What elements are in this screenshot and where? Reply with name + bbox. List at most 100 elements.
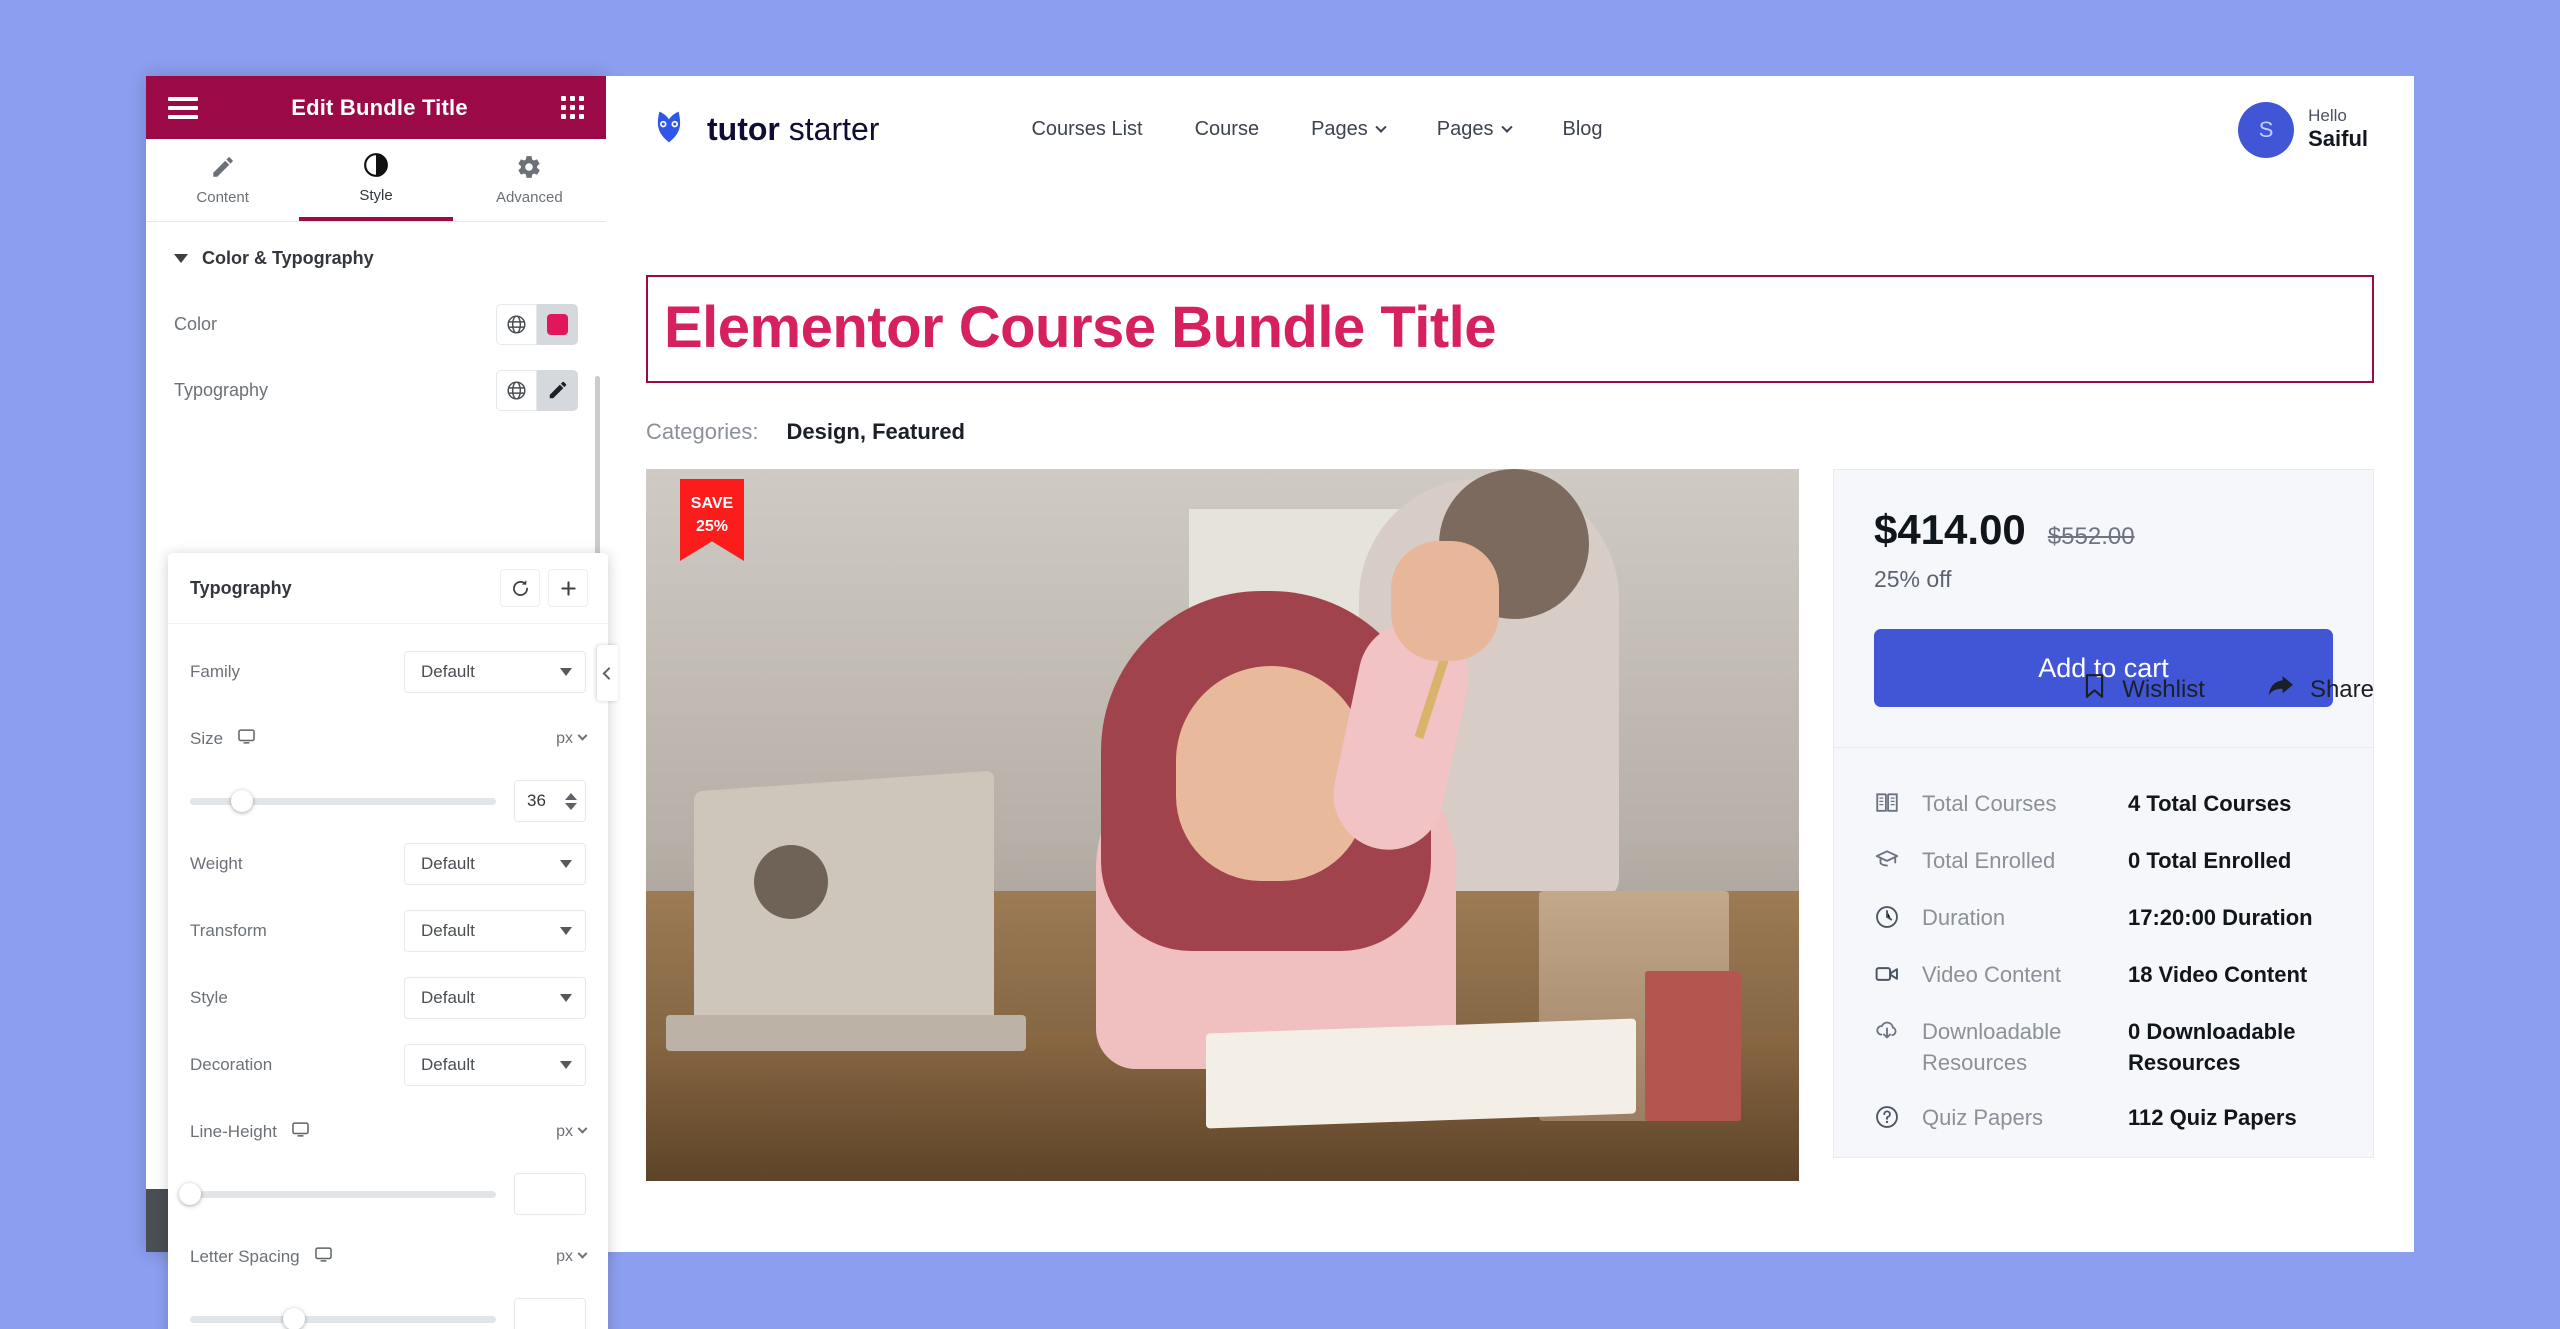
chevron-down-icon xyxy=(577,1123,588,1134)
field-style: Style Default xyxy=(190,964,586,1031)
elementor-editor-panel: Edit Bundle Title Content Style Advanced… xyxy=(146,76,608,1329)
course-hero-image: SAVE 25% xyxy=(646,469,1799,1181)
pencil-icon xyxy=(210,154,236,180)
panel-title: Edit Bundle Title xyxy=(291,94,468,120)
control-color: Color xyxy=(146,291,606,357)
categories-row: Categories: Design, Featured xyxy=(646,419,2374,445)
meta-row-video-content: Video Content 18 Video Content xyxy=(1874,947,2333,1004)
size-slider[interactable] xyxy=(190,790,496,812)
categories-values[interactable]: Design, Featured xyxy=(787,419,965,445)
share-button[interactable]: Share xyxy=(2267,674,2374,705)
desktop-icon[interactable] xyxy=(291,1120,310,1144)
decoration-select[interactable]: Default xyxy=(404,1043,586,1086)
nav-label: Blog xyxy=(1562,118,1603,140)
meta-value: 18 Video Content xyxy=(2127,962,2308,987)
gear-icon xyxy=(516,154,542,180)
field-size: Size px xyxy=(190,705,588,772)
line-height-unit-value: px xyxy=(556,1122,573,1140)
nav-item-course[interactable]: Course xyxy=(1195,118,1259,141)
size-slider-knob[interactable] xyxy=(231,790,254,812)
size-number-input[interactable]: 36 xyxy=(514,780,586,822)
desktop-icon[interactable] xyxy=(237,727,256,751)
letter-spacing-number-input[interactable] xyxy=(514,1298,586,1329)
line-height-number-input[interactable] xyxy=(514,1173,586,1215)
meta-row-quiz-papers: Quiz Papers 112 Quiz Papers xyxy=(1874,1090,2333,1147)
tab-content[interactable]: Content xyxy=(146,139,299,221)
add-icon[interactable] xyxy=(548,569,588,607)
typography-popup: Typography Family Default Size px 36 Wei… xyxy=(168,553,608,1329)
section-color-typography[interactable]: Color & Typography xyxy=(146,222,606,291)
line-height-slider[interactable] xyxy=(179,1183,496,1205)
nav-label: Pages xyxy=(1311,118,1368,140)
field-line-height-label: Line-Height xyxy=(190,1121,277,1141)
wishlist-button[interactable]: Wishlist xyxy=(2083,673,2205,706)
letter-spacing-slider[interactable] xyxy=(190,1308,496,1329)
globe-icon[interactable] xyxy=(496,369,537,411)
nav-item-courses-list[interactable]: Courses List xyxy=(1031,118,1142,141)
tab-style[interactable]: Style xyxy=(299,139,453,221)
tab-advanced[interactable]: Advanced xyxy=(453,139,606,221)
style-select[interactable]: Default xyxy=(404,976,586,1019)
preview-canvas: tutor starter Courses List Course Pages … xyxy=(606,76,2414,1252)
chevron-down-icon xyxy=(1375,121,1387,133)
discount-label: 25% off xyxy=(1873,566,1952,592)
letter-spacing-unit-selector[interactable]: px xyxy=(556,1248,588,1266)
graduation-cap-icon xyxy=(1874,845,1922,878)
nav-label: Courses List xyxy=(1031,118,1143,140)
panel-tabs: Content Style Advanced xyxy=(146,139,606,222)
question-circle-icon xyxy=(1874,1102,1922,1135)
user-name: Saiful xyxy=(2308,126,2368,152)
chevron-down-icon xyxy=(577,1248,588,1259)
main-nav: Courses List Course Pages Pages Blog xyxy=(1031,118,1602,141)
weight-select-value: Default xyxy=(421,853,475,873)
avatar: S xyxy=(2238,101,2295,158)
hamburger-icon[interactable] xyxy=(168,96,198,119)
nav-label: Pages xyxy=(1436,118,1494,140)
line-height-unit-selector[interactable]: px xyxy=(556,1122,588,1141)
reset-icon[interactable] xyxy=(500,569,540,607)
brand-name-light: starter xyxy=(779,111,880,147)
title-widget-selected[interactable]: Elementor Course Bundle Title xyxy=(646,275,2374,383)
meta-value: 0 Total Enrolled xyxy=(2127,848,2292,873)
meta-row-total-courses: Total Courses 4 Total Courses xyxy=(1874,776,2333,833)
desktop-icon[interactable] xyxy=(314,1245,333,1269)
field-style-label: Style xyxy=(190,987,228,1007)
course-actions: Wishlist Share xyxy=(2083,673,2374,706)
owl-logo-icon xyxy=(646,104,692,155)
family-select[interactable]: Default xyxy=(404,650,586,693)
family-select-value: Default xyxy=(421,661,475,681)
size-value: 36 xyxy=(527,791,546,810)
hero-row: SAVE 25% $414.00 $552.00 25% off Add to … xyxy=(646,469,2374,1181)
globe-icon[interactable] xyxy=(496,303,537,345)
price-block: $414.00 $552.00 25% off Add to cart xyxy=(1833,470,2373,748)
line-height-slider-row xyxy=(179,1165,586,1223)
field-weight-label: Weight xyxy=(190,853,243,873)
contrast-icon xyxy=(363,152,389,178)
nav-item-pages-2[interactable]: Pages xyxy=(1436,118,1513,141)
pencil-icon xyxy=(549,381,566,399)
typography-popup-body: Family Default Size px 36 Weight Default… xyxy=(168,624,608,1329)
size-unit-selector[interactable]: px xyxy=(556,729,588,748)
meta-key: Total Enrolled xyxy=(1921,848,2056,873)
user-menu[interactable]: S Hello Saiful xyxy=(2238,101,2368,158)
chevron-down-icon xyxy=(1500,121,1513,133)
typography-edit-button[interactable] xyxy=(537,369,578,411)
meta-row-duration: Duration 17:20:00 Duration xyxy=(1874,890,2333,947)
meta-key: Downloadable Resources xyxy=(1921,1019,2062,1076)
weight-select[interactable]: Default xyxy=(404,842,586,885)
brand-logo[interactable]: tutor starter xyxy=(646,104,879,155)
field-weight: Weight Default xyxy=(190,830,586,897)
line-height-slider-knob[interactable] xyxy=(179,1183,201,1205)
color-swatch-button[interactable] xyxy=(537,303,578,345)
control-color-label: Color xyxy=(174,313,218,334)
grid-icon[interactable] xyxy=(561,96,584,119)
letter-spacing-slider-knob[interactable] xyxy=(283,1308,306,1329)
transform-select[interactable]: Default xyxy=(404,909,586,952)
nav-item-blog[interactable]: Blog xyxy=(1563,118,1603,141)
nav-item-pages-1[interactable]: Pages xyxy=(1311,118,1387,141)
size-unit-value: px xyxy=(556,729,573,747)
panel-collapse-handle[interactable] xyxy=(597,645,618,701)
field-decoration-label: Decoration xyxy=(190,1054,273,1074)
control-typography: Typography xyxy=(146,357,606,423)
size-stepper[interactable] xyxy=(565,792,577,810)
